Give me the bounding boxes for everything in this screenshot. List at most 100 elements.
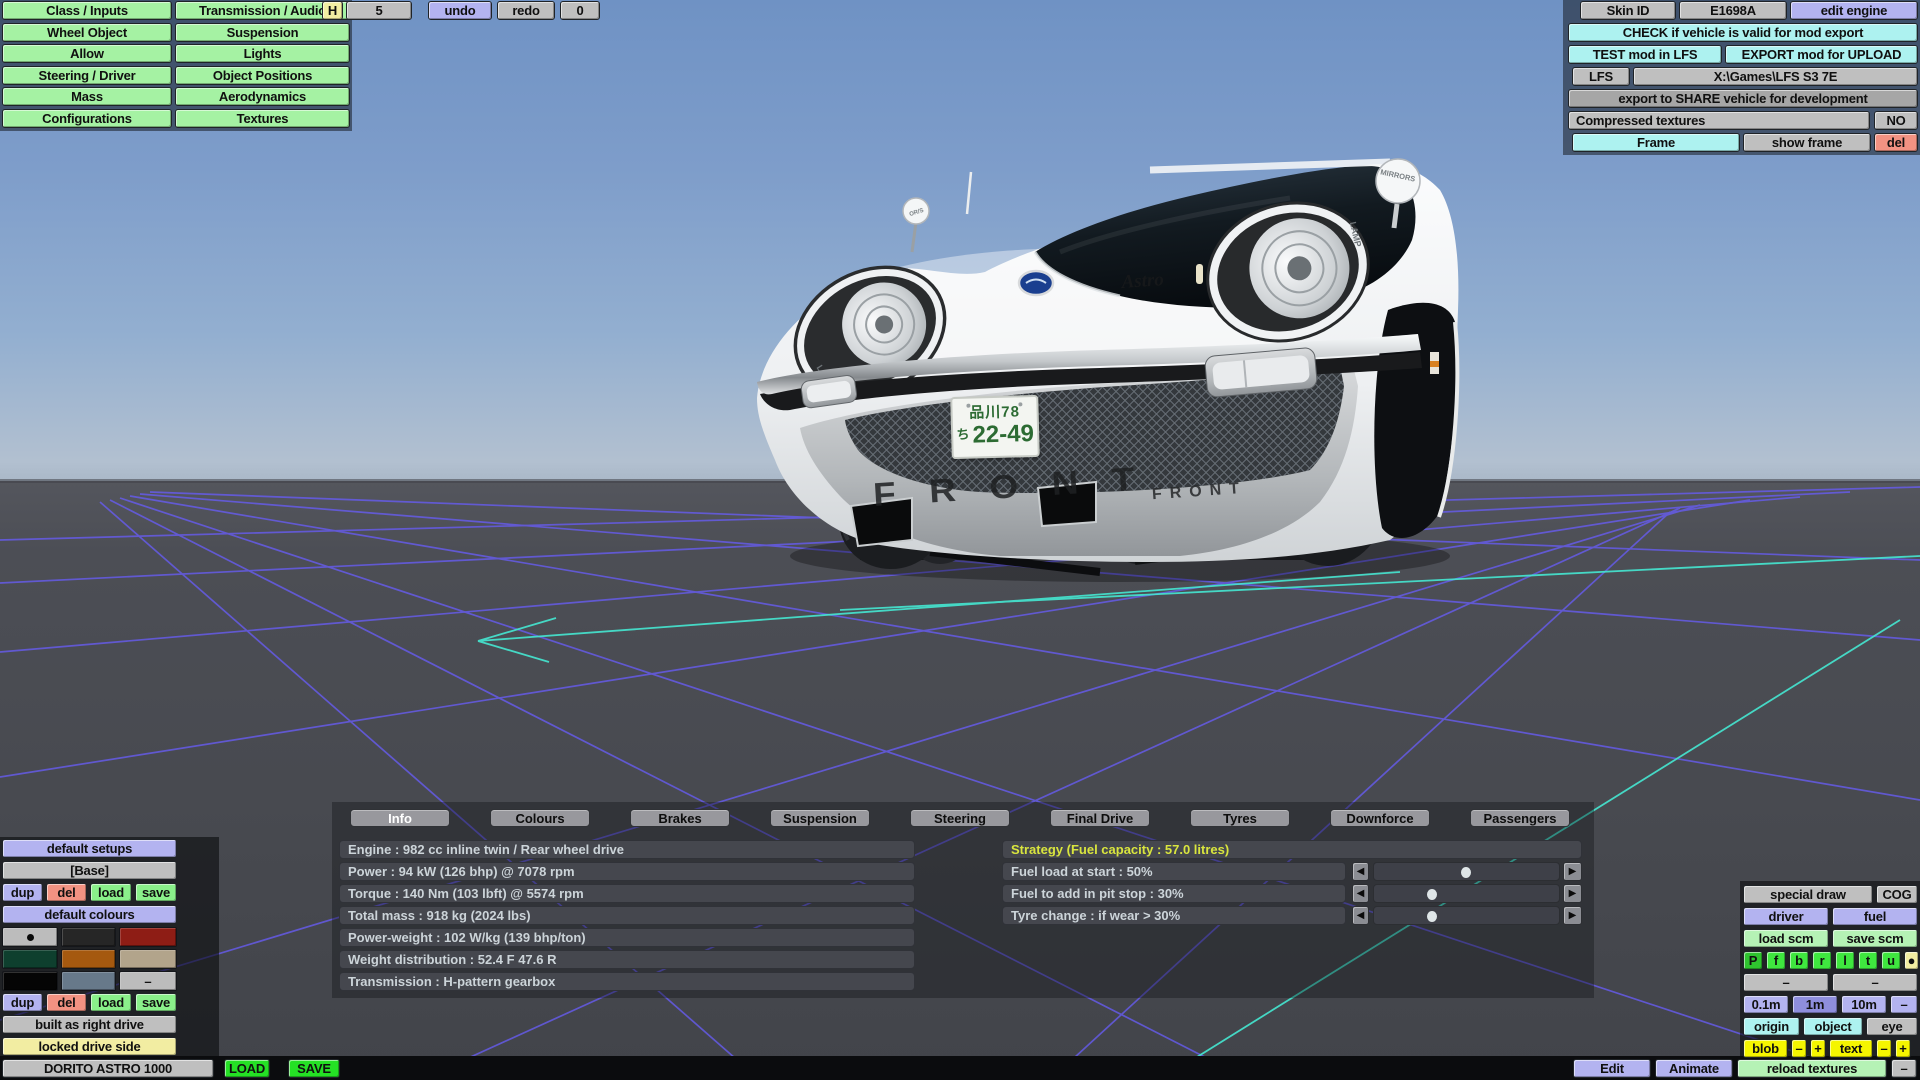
- colour-save-button[interactable]: save: [135, 993, 177, 1012]
- check-export-button[interactable]: CHECK if vehicle is valid for mod export: [1568, 23, 1918, 42]
- load-scm-button[interactable]: load scm: [1743, 929, 1829, 948]
- vehicle-name[interactable]: DORITO ASTRO 1000: [2, 1059, 214, 1078]
- lfs-button[interactable]: LFS: [1572, 67, 1630, 86]
- fuel-add-decrease[interactable]: ◀: [1352, 884, 1369, 903]
- menu-steering-driver[interactable]: Steering / Driver: [2, 66, 172, 85]
- menu-suspension[interactable]: Suspension: [175, 23, 350, 42]
- undo-button[interactable]: undo: [428, 1, 492, 20]
- menu-class-inputs[interactable]: Class / Inputs: [2, 1, 172, 20]
- blob-minus-button[interactable]: –: [1791, 1039, 1807, 1058]
- colour-dup-button[interactable]: dup: [2, 993, 43, 1012]
- setup-save-button[interactable]: save: [135, 883, 177, 902]
- toggle-l[interactable]: l: [1835, 951, 1855, 970]
- colour-swatch-8[interactable]: [61, 971, 116, 991]
- menu-mass[interactable]: Mass: [2, 87, 172, 106]
- compressed-textures-value[interactable]: NO: [1874, 111, 1918, 130]
- tyre-change-decrease[interactable]: ◀: [1352, 906, 1369, 925]
- tab-colours[interactable]: Colours: [490, 809, 590, 827]
- colour-swatch-3[interactable]: [119, 927, 177, 947]
- edit-engine-button[interactable]: edit engine: [1790, 1, 1918, 20]
- menu-object-positions[interactable]: Object Positions: [175, 66, 350, 85]
- toggle-P[interactable]: P: [1743, 951, 1763, 970]
- redo-count[interactable]: 0: [560, 1, 600, 20]
- menu-textures[interactable]: Textures: [175, 109, 350, 128]
- toggle-t[interactable]: t: [1858, 951, 1878, 970]
- scale-dash-button[interactable]: –: [1890, 995, 1918, 1014]
- origin-button[interactable]: origin: [1743, 1017, 1800, 1036]
- fuel-load-decrease[interactable]: ◀: [1352, 862, 1369, 881]
- toggle-u[interactable]: u: [1881, 951, 1901, 970]
- colour-swatch-5[interactable]: [61, 949, 116, 969]
- skin-id-button[interactable]: Skin ID: [1580, 1, 1676, 20]
- save-vehicle-button[interactable]: SAVE: [288, 1059, 340, 1078]
- tab-suspension[interactable]: Suspension: [770, 809, 870, 827]
- menu-aerodynamics[interactable]: Aerodynamics: [175, 87, 350, 106]
- text-plus-button[interactable]: +: [1895, 1039, 1911, 1058]
- blob-button[interactable]: blob: [1743, 1039, 1788, 1058]
- fuel-load-slider[interactable]: [1373, 862, 1560, 881]
- blob-plus-button[interactable]: +: [1810, 1039, 1826, 1058]
- built-right-drive-button[interactable]: built as right drive: [2, 1015, 177, 1034]
- fuel-add-increase[interactable]: ▶: [1563, 884, 1582, 903]
- car-model[interactable]: LAMP LAMP OR/S MIRRORS: [757, 159, 1458, 572]
- menu-lights[interactable]: Lights: [175, 44, 350, 63]
- scale-10m-button[interactable]: 10m: [1841, 995, 1887, 1014]
- object-button[interactable]: object: [1803, 1017, 1863, 1036]
- toggle-f[interactable]: f: [1766, 951, 1786, 970]
- default-colours-button[interactable]: default colours: [2, 905, 177, 924]
- colour-swatch-6[interactable]: [119, 949, 177, 969]
- reload-textures-button[interactable]: reload textures: [1737, 1059, 1887, 1078]
- menu-allow[interactable]: Allow: [2, 44, 172, 63]
- special-draw-button[interactable]: special draw: [1743, 885, 1873, 904]
- load-vehicle-button[interactable]: LOAD: [224, 1059, 270, 1078]
- colour-swatch-2[interactable]: [61, 927, 116, 947]
- skin-id-value[interactable]: E1698A: [1679, 1, 1787, 20]
- menu-wheel-object[interactable]: Wheel Object: [2, 23, 172, 42]
- tab-steering[interactable]: Steering: [910, 809, 1010, 827]
- scale-1m-button[interactable]: 1m: [1792, 995, 1838, 1014]
- fuel-load-increase[interactable]: ▶: [1563, 862, 1582, 881]
- colour-del-button[interactable]: del: [46, 993, 87, 1012]
- share-export-button[interactable]: export to SHARE vehicle for development: [1568, 89, 1918, 108]
- colour-swatch-1[interactable]: [2, 927, 58, 947]
- history-mode-button[interactable]: H: [322, 1, 343, 20]
- colour-swatch-none[interactable]: –: [119, 971, 177, 991]
- edit-mode-button[interactable]: Edit: [1573, 1059, 1651, 1078]
- colour-swatch-7[interactable]: [2, 971, 58, 991]
- show-frame-button[interactable]: show frame: [1743, 133, 1871, 152]
- toggle-r[interactable]: r: [1812, 951, 1832, 970]
- locked-drive-side-button[interactable]: locked drive side: [2, 1037, 177, 1056]
- colour-swatch-4[interactable]: [2, 949, 58, 969]
- tab-downforce[interactable]: Downforce: [1330, 809, 1430, 827]
- save-scm-button[interactable]: save scm: [1832, 929, 1918, 948]
- fuel-button[interactable]: fuel: [1832, 907, 1918, 926]
- dash-right-button[interactable]: –: [1832, 973, 1918, 992]
- setup-del-button[interactable]: del: [46, 883, 87, 902]
- toggle-b[interactable]: b: [1789, 951, 1809, 970]
- scale-01m-button[interactable]: 0.1m: [1743, 995, 1789, 1014]
- colour-load-button[interactable]: load: [90, 993, 132, 1012]
- tab-final-drive[interactable]: Final Drive: [1050, 809, 1150, 827]
- dash-left-button[interactable]: –: [1743, 973, 1829, 992]
- eye-button[interactable]: eye: [1866, 1017, 1918, 1036]
- frame-del-button[interactable]: del: [1874, 133, 1918, 152]
- test-mod-button[interactable]: TEST mod in LFS: [1568, 45, 1722, 64]
- fuel-add-slider[interactable]: [1373, 884, 1560, 903]
- setup-base-button[interactable]: [Base]: [2, 861, 177, 880]
- lfs-path[interactable]: X:\Games\LFS S3 7E: [1633, 67, 1918, 86]
- menu-configurations[interactable]: Configurations: [2, 109, 172, 128]
- cog-button[interactable]: COG: [1876, 885, 1918, 904]
- reload-dash-button[interactable]: –: [1891, 1059, 1917, 1078]
- history-count[interactable]: 5: [346, 1, 412, 20]
- text-button[interactable]: text: [1829, 1039, 1873, 1058]
- driver-button[interactable]: driver: [1743, 907, 1829, 926]
- tyre-change-increase[interactable]: ▶: [1563, 906, 1582, 925]
- animate-mode-button[interactable]: Animate: [1655, 1059, 1733, 1078]
- export-upload-button[interactable]: EXPORT mod for UPLOAD: [1725, 45, 1918, 64]
- setup-load-button[interactable]: load: [90, 883, 132, 902]
- toggle-dot[interactable]: ●: [1904, 951, 1919, 970]
- setup-dup-button[interactable]: dup: [2, 883, 43, 902]
- tab-passengers[interactable]: Passengers: [1470, 809, 1570, 827]
- frame-button[interactable]: Frame: [1572, 133, 1740, 152]
- text-minus-button[interactable]: –: [1876, 1039, 1892, 1058]
